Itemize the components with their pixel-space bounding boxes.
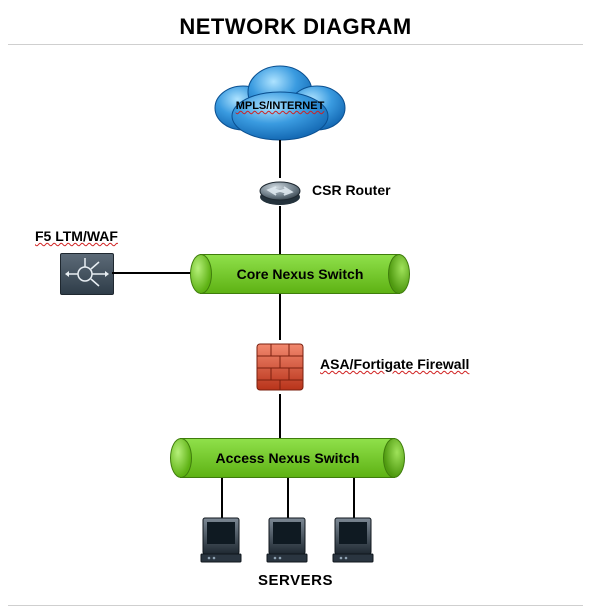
link-access-server3 [353, 478, 355, 518]
link-firewall-access [279, 394, 281, 438]
cloud-icon: MPLS/INTERNET [205, 58, 355, 143]
server-icon [332, 516, 374, 564]
link-cloud-router [279, 140, 281, 178]
f5-label: F5 LTM/WAF [35, 228, 118, 244]
server-icon [200, 516, 242, 564]
divider-bottom [8, 605, 583, 606]
router-icon [258, 177, 302, 207]
core-switch-icon: Core Nexus Switch [190, 254, 410, 294]
link-router-core [279, 206, 281, 254]
link-access-server1 [221, 478, 223, 518]
servers-label: SERVERS [0, 572, 591, 589]
router-label: CSR Router [312, 182, 391, 198]
link-access-server2 [287, 478, 289, 518]
firewall-icon [255, 340, 305, 394]
f5-icon [60, 253, 114, 295]
link-core-firewall [279, 294, 281, 340]
diagram-canvas: NETWORK DIAGRAM MPLS/INTERNET [0, 0, 591, 612]
cloud-label: MPLS/INTERNET [205, 100, 355, 112]
access-switch-label: Access Nexus Switch [170, 438, 405, 478]
core-switch-label: Core Nexus Switch [190, 254, 410, 294]
firewall-label: ASA/Fortigate Firewall [320, 356, 469, 372]
link-f5-core [112, 272, 192, 274]
access-switch-icon: Access Nexus Switch [170, 438, 405, 478]
divider-top [8, 44, 583, 45]
diagram-title: NETWORK DIAGRAM [0, 14, 591, 40]
server-icon [266, 516, 308, 564]
